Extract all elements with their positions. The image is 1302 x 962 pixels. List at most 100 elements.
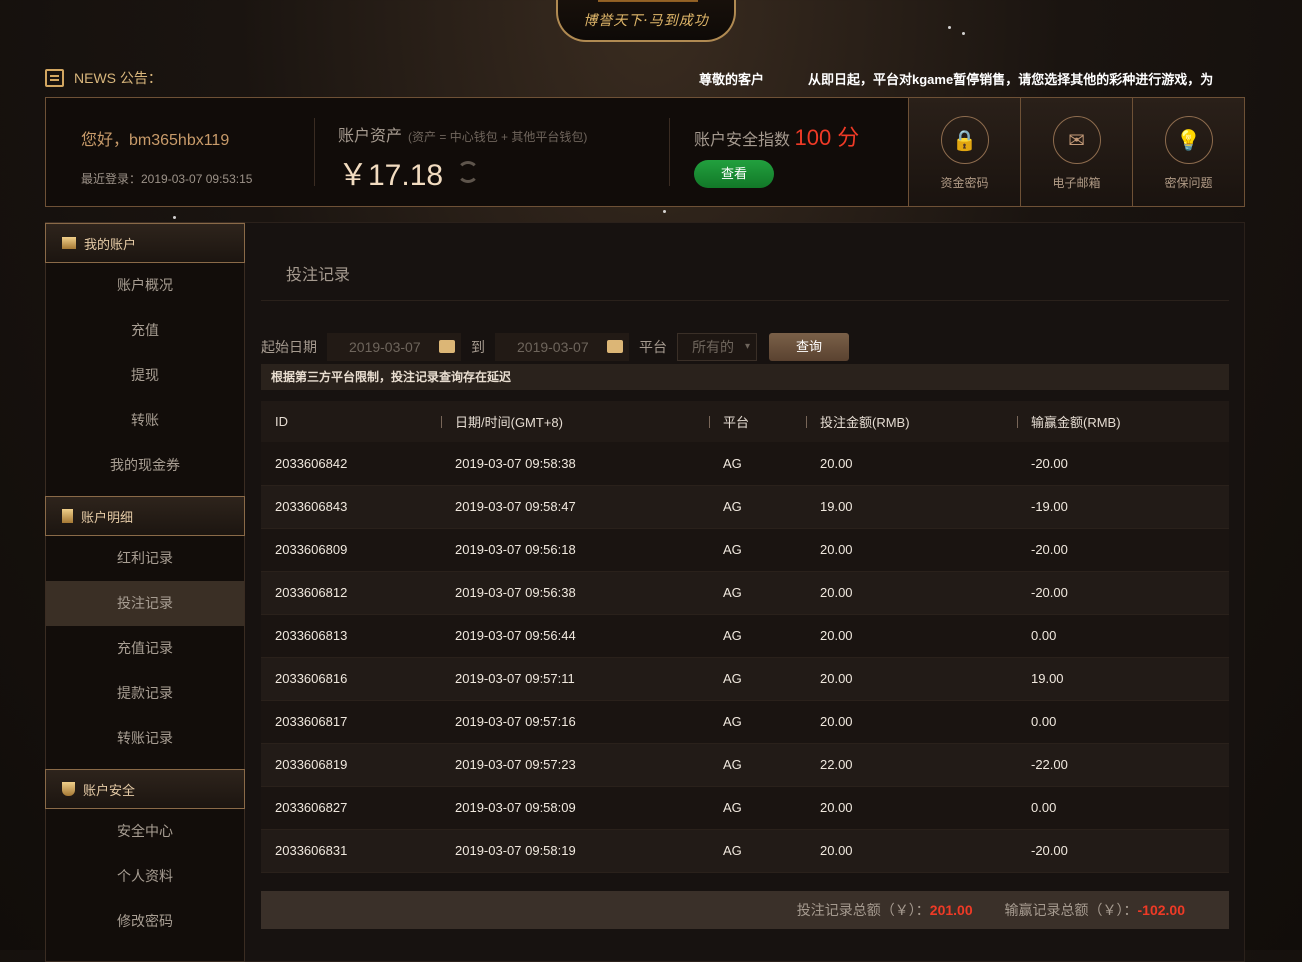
news-marquee[interactable]: 尊敬的客户 从即日起，平台对kgame暂停销售，请您选择其他的彩种进行游戏，为 <box>699 69 1245 88</box>
table-cell: 20.00 <box>806 571 1017 615</box>
table-cell: -22.00 <box>1017 743 1229 787</box>
mail-icon: ✉ <box>1052 116 1101 164</box>
table-cell: 2019-03-07 09:56:38 <box>441 571 709 615</box>
fund-password-tile[interactable]: 🔒 资金密码 <box>908 97 1020 207</box>
sidebar-item[interactable]: 安全中心 <box>46 809 244 854</box>
security-score: 100 分 <box>794 125 860 150</box>
table-cell: 2033606843 <box>261 485 441 529</box>
account-summary-panel: 您好，bm365hbx119 最近登录：2019-03-07 09:53:15 账… <box>45 97 1245 207</box>
table-cell: AG <box>709 700 806 744</box>
table-cell: 19.00 <box>806 485 1017 529</box>
sidebar-section-my-account[interactable]: 我的账户 <box>45 223 245 263</box>
sidebar-item[interactable]: 我的现金券 <box>46 443 244 488</box>
table-cell: 20.00 <box>806 442 1017 486</box>
assets-note: (资产 = 中心钱包 + 其他平台钱包) <box>408 130 588 144</box>
sidebar: 我的账户 账户概况 充值 提现 转账 我的现金券 账户明细 红利记录 投注记录 … <box>45 222 245 962</box>
calendar-icon[interactable] <box>439 340 455 353</box>
sidebar-item[interactable]: 转账 <box>46 398 244 443</box>
table-cell: 2033606813 <box>261 614 441 658</box>
table-cell: AG <box>709 528 806 572</box>
announcement-icon <box>45 69 64 87</box>
sidebar-item[interactable]: 充值 <box>46 308 244 353</box>
decor-star <box>663 210 666 213</box>
table-cell: 0.00 <box>1017 700 1229 744</box>
table-cell: -20.00 <box>1017 528 1229 572</box>
news-label: NEWS 公告： <box>74 70 162 86</box>
email-tile[interactable]: ✉ 电子邮箱 <box>1020 97 1132 207</box>
table-cell: 20.00 <box>806 657 1017 701</box>
sidebar-item[interactable]: 提现 <box>46 353 244 398</box>
sidebar-section-account-details[interactable]: 账户明细 <box>45 496 245 536</box>
sidebar-item[interactable]: 转账记录 <box>46 716 244 761</box>
table-cell: AG <box>709 786 806 830</box>
table-cell: 2019-03-07 09:56:18 <box>441 528 709 572</box>
site-logo[interactable]: 博誉天下·马到成功 <box>556 0 736 42</box>
decor-star <box>173 216 176 219</box>
sidebar-item[interactable]: 账户概况 <box>46 263 244 308</box>
security-question-tile[interactable]: 💡 密保问题 <box>1132 97 1244 207</box>
table-cell: 0.00 <box>1017 614 1229 658</box>
win-total-label: 输赢记录总额（￥）： <box>1004 902 1138 918</box>
shield-icon <box>62 782 75 796</box>
table-cell: -19.00 <box>1017 485 1229 529</box>
greeting: 您好，bm365hbx119 <box>81 132 230 149</box>
table-cell: 2033606817 <box>261 700 441 744</box>
query-button[interactable]: 查询 <box>769 333 849 361</box>
start-date-input[interactable]: 2019-03-07 <box>327 333 461 361</box>
column-header: ID <box>261 401 441 442</box>
sidebar-item-active[interactable]: 投注记录 <box>46 581 244 626</box>
bulb-icon: 💡 <box>1164 116 1213 164</box>
table-cell: 2019-03-07 09:58:38 <box>441 442 709 486</box>
table-cell: 2019-03-07 09:57:23 <box>441 743 709 787</box>
table-cell: 2019-03-07 09:57:16 <box>441 700 709 744</box>
table-cell: 2033606809 <box>261 528 441 572</box>
platform-select[interactable]: 所有的 <box>677 333 757 361</box>
bet-total-label: 投注记录总额（￥）： <box>796 902 930 918</box>
table-cell: AG <box>709 485 806 529</box>
table-row: 2033606842 2019-03-07 09:58:38 AG 20.00 -20.… <box>261 442 1229 486</box>
assets-label: 账户资产 <box>338 128 403 145</box>
start-date-label: 起始日期 <box>261 339 317 355</box>
table-cell: 0.00 <box>1017 786 1229 830</box>
lock-icon: 🔒 <box>940 116 989 164</box>
table-cell: 20.00 <box>806 829 1017 873</box>
table-cell: AG <box>709 829 806 873</box>
sidebar-section-account-security[interactable]: 账户安全 <box>45 769 245 809</box>
table-cell: 2019-03-07 09:57:11 <box>441 657 709 701</box>
news-bar: NEWS 公告： 尊敬的客户 从即日起，平台对kgame暂停销售，请您选择其他的彩… <box>45 66 1245 90</box>
table-row: 2033606831 2019-03-07 09:58:19 AG 20.00 -20.… <box>261 829 1229 873</box>
refresh-icon[interactable] <box>457 161 480 183</box>
main-content: 投注记录 起始日期 2019-03-07 到 2019-03-07 平台 所有的… <box>245 222 1245 962</box>
to-label: 到 <box>471 339 485 355</box>
column-header: 投注金额(RMB) <box>806 401 1017 442</box>
table-row: 2033606817 2019-03-07 09:57:16 AG 20.00 0.00 <box>261 700 1229 744</box>
sidebar-item[interactable]: 个人资料 <box>46 854 244 899</box>
table-cell: 2033606827 <box>261 786 441 830</box>
table-cell: 20.00 <box>806 700 1017 744</box>
page-title: 投注记录 <box>286 267 351 284</box>
table-row: 2033606843 2019-03-07 09:58:47 AG 19.00 -19.… <box>261 485 1229 529</box>
table-row: 2033606827 2019-03-07 09:58:09 AG 20.00 0.00 <box>261 786 1229 830</box>
calendar-icon[interactable] <box>607 340 623 353</box>
table-cell: 2033606816 <box>261 657 441 701</box>
table-cell: 20.00 <box>806 786 1017 830</box>
end-date-input[interactable]: 2019-03-07 <box>495 333 629 361</box>
sidebar-item[interactable]: 提款记录 <box>46 671 244 716</box>
table-cell: -20.00 <box>1017 829 1229 873</box>
logo-slogan: 博誉天下·马到成功 <box>583 13 709 29</box>
view-security-button[interactable]: 查看 <box>694 160 774 188</box>
sidebar-item[interactable]: 修改密码 <box>46 899 244 944</box>
sidebar-item[interactable]: 红利记录 <box>46 536 244 581</box>
bet-total: 201.00 <box>929 902 973 918</box>
table-cell: -20.00 <box>1017 442 1229 486</box>
column-header: 平台 <box>709 401 806 442</box>
table-row: 2033606819 2019-03-07 09:57:23 AG 22.00 -22.… <box>261 743 1229 787</box>
table-cell: 20.00 <box>806 528 1017 572</box>
table-cell: 2019-03-07 09:56:44 <box>441 614 709 658</box>
table-cell: 2033606842 <box>261 442 441 486</box>
balance: ￥17.18 <box>338 159 444 192</box>
table-cell: 2033606831 <box>261 829 441 873</box>
sidebar-item[interactable]: 充值记录 <box>46 626 244 671</box>
table-cell: 2033606819 <box>261 743 441 787</box>
table-row: 2033606816 2019-03-07 09:57:11 AG 20.00 19.0… <box>261 657 1229 701</box>
